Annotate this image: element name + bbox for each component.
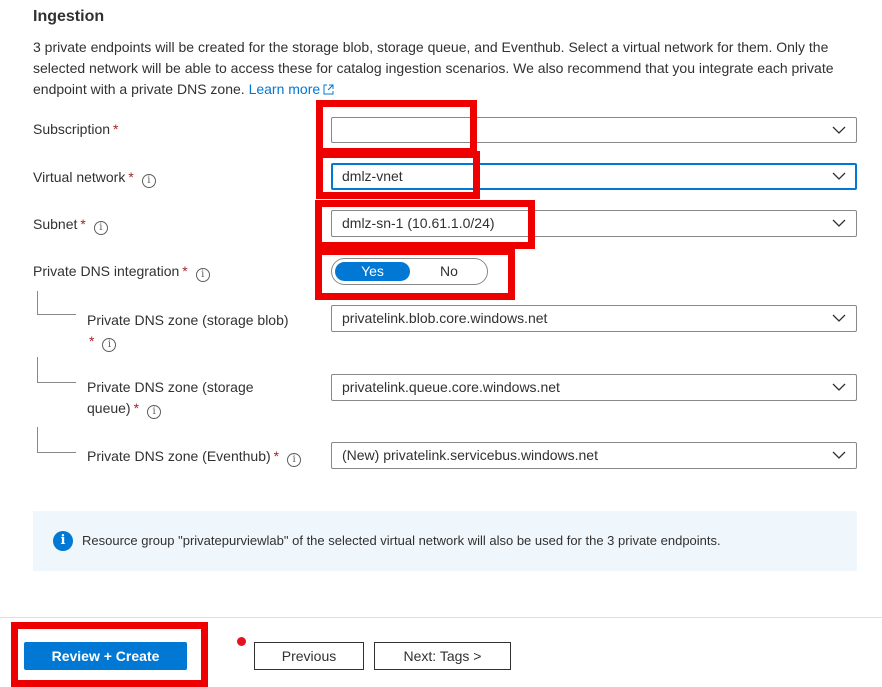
highlight-box-subnet [315,200,535,249]
info-bar-message: Resource group "privatepurviewlab" of th… [82,533,721,548]
dns-zone-eventhub-label-text: Private DNS zone (Eventhub) [87,448,271,464]
required-marker: * [80,216,86,232]
chevron-down-icon [832,383,846,391]
virtual-network-label: Virtual network * i [33,169,156,188]
required-marker: * [113,121,119,137]
required-marker: * [133,400,140,416]
dns-zone-queue-label-text: Private DNS zone (storage [87,379,254,395]
info-circle-icon: i [53,531,73,551]
required-marker: * [128,169,134,185]
external-link-icon [323,84,334,95]
learn-more-label[interactable]: Learn more [249,81,321,97]
required-marker: * [182,263,188,279]
info-bar: i Resource group "privatepurviewlab" of … [33,511,857,571]
subscription-label: Subscription * [33,121,119,137]
dns-zone-queue-label: Private DNS zone (storage queue) * i [87,377,254,419]
footer-divider [0,617,882,618]
chevron-down-icon [832,451,846,459]
chevron-down-icon [832,126,846,134]
info-icon[interactable]: i [195,268,210,282]
description-text: 3 private endpoints will be created for … [33,39,834,97]
learn-more-link[interactable]: Learn more [249,81,335,97]
info-icon[interactable]: i [147,405,162,419]
info-icon[interactable]: i [93,221,108,235]
highlight-box-vnet [316,151,480,199]
tree-connector [37,357,76,383]
notification-dot [237,637,246,646]
private-dns-label: Private DNS integration * i [33,263,210,282]
required-marker: * [273,448,280,464]
dns-zone-blob-label-text: Private DNS zone (storage blob) [87,312,289,328]
chevron-down-icon [832,314,846,322]
subnet-label-text: Subnet [33,216,78,232]
section-description: 3 private endpoints will be created for … [33,37,873,100]
tree-connector [37,427,76,453]
dns-zone-blob-label: Private DNS zone (storage blob) * i [87,310,289,352]
private-dns-label-text: Private DNS integration [33,263,180,279]
dns-zone-eventhub-label: Private DNS zone (Eventhub) * i [87,446,302,467]
highlight-box-dns [315,248,515,300]
subnet-label: Subnet * i [33,216,108,235]
dns-zone-eventhub-value: (New) privatelink.servicebus.windows.net [342,447,598,463]
dns-zone-queue-dropdown[interactable]: privatelink.queue.core.windows.net [331,374,857,401]
dns-zone-blob-dropdown[interactable]: privatelink.blob.core.windows.net [331,305,857,332]
tree-connector [37,291,76,315]
info-icon[interactable]: i [141,174,156,188]
chevron-down-icon [832,172,846,180]
next-tags-button[interactable]: Next: Tags > [374,642,511,670]
dns-zone-eventhub-dropdown[interactable]: (New) privatelink.servicebus.windows.net [331,442,857,469]
dns-zone-blob-value: privatelink.blob.core.windows.net [342,310,548,326]
required-marker: * [89,333,95,349]
previous-button[interactable]: Previous [254,642,364,670]
highlight-box-subscription [316,100,477,155]
dns-zone-queue-label-text2: queue) [87,400,131,416]
chevron-down-icon [832,219,846,227]
info-icon[interactable]: i [102,338,117,352]
dns-zone-queue-value: privatelink.queue.core.windows.net [342,379,560,395]
virtual-network-label-text: Virtual network [33,169,126,185]
subscription-label-text: Subscription [33,121,111,137]
section-title: Ingestion [33,8,105,25]
highlight-box-review [11,622,208,687]
info-icon[interactable]: i [287,453,302,467]
